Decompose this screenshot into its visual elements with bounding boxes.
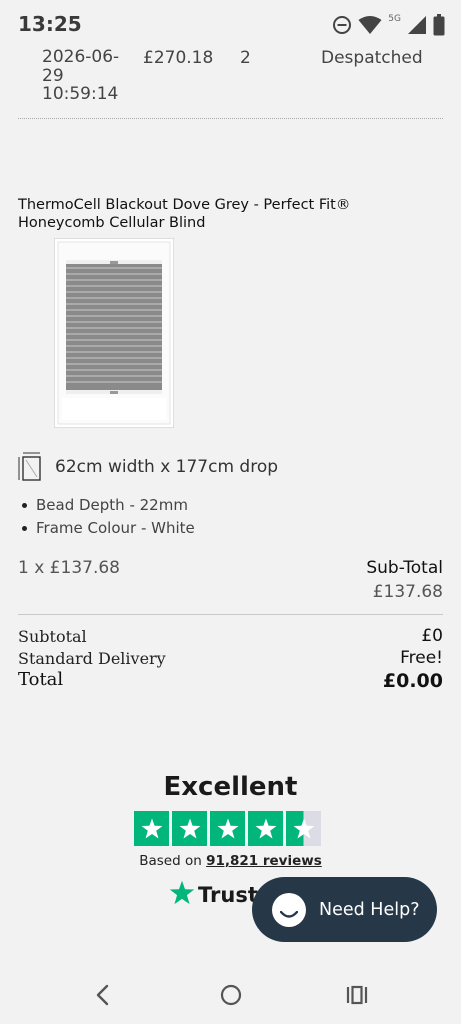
quantity-price: 1 x £137.68 bbox=[18, 558, 120, 578]
trustpilot-star-icon bbox=[168, 879, 196, 911]
status-bar: 13:25 5G bbox=[0, 0, 461, 46]
home-icon[interactable] bbox=[219, 982, 243, 1012]
delivery-label: Standard Delivery bbox=[18, 648, 166, 668]
status-icons: 5G bbox=[332, 14, 445, 36]
reviews-link[interactable]: 91,821 reviews bbox=[206, 853, 322, 869]
trustpilot-stars[interactable] bbox=[134, 811, 321, 846]
product-size: 62cm width x 177cm drop bbox=[55, 457, 279, 477]
order-quantity: 2 bbox=[240, 48, 251, 68]
star-icon bbox=[134, 811, 169, 846]
half-star-icon bbox=[286, 811, 321, 846]
need-help-button[interactable]: Need Help? bbox=[252, 877, 437, 942]
battery-icon bbox=[433, 14, 445, 36]
list-item: Bead Depth - 22mm bbox=[22, 494, 195, 517]
dotted-divider bbox=[18, 118, 443, 119]
bullet-icon bbox=[22, 503, 27, 508]
trustpilot-review-count: Based on 91,821 reviews bbox=[0, 853, 461, 869]
subtotal-value: £0 bbox=[421, 626, 443, 646]
size-row: 62cm width x 177cm drop bbox=[18, 450, 278, 484]
based-on-text: Based on bbox=[139, 853, 202, 869]
order-row: 2026-06-29 10:59:14 £270.18 2 Despatched bbox=[0, 48, 461, 108]
order-price: £270.18 bbox=[143, 48, 214, 68]
product-title[interactable]: ThermoCell Blackout Dove Grey - Perfect … bbox=[18, 196, 438, 232]
subtotal-label: Subtotal bbox=[18, 627, 87, 646]
order-status: Despatched bbox=[321, 48, 423, 68]
total-value: £0.00 bbox=[382, 670, 443, 692]
option-label: Frame Colour - White bbox=[36, 519, 195, 537]
do-not-disturb-icon bbox=[332, 15, 352, 35]
total-label: Total bbox=[18, 669, 64, 690]
wifi-icon bbox=[358, 15, 382, 35]
totals-labels: Subtotal Standard Delivery Total bbox=[18, 626, 166, 691]
measure-frame-icon bbox=[18, 451, 44, 483]
option-label: Bead Depth - 22mm bbox=[36, 496, 188, 514]
totals-values: £0 Free! £0.00 bbox=[383, 626, 443, 693]
signal-icon bbox=[407, 15, 427, 35]
delivery-value: Free! bbox=[400, 647, 443, 668]
chat-smile-icon bbox=[272, 892, 306, 927]
system-nav-bar bbox=[0, 968, 461, 1024]
star-icon bbox=[210, 811, 245, 846]
bullet-icon bbox=[22, 526, 27, 531]
order-date: 2026-06-29 10:59:14 bbox=[42, 47, 120, 104]
line-subtotal-label: Sub-Total bbox=[366, 558, 443, 578]
product-image[interactable] bbox=[53, 237, 175, 429]
list-item: Frame Colour - White bbox=[22, 517, 195, 540]
trustpilot-rating-heading: Excellent bbox=[163, 772, 298, 802]
network-type-label: 5G bbox=[388, 14, 401, 24]
need-help-label: Need Help? bbox=[319, 899, 420, 920]
product-options: Bead Depth - 22mm Frame Colour - White bbox=[22, 494, 195, 540]
star-icon bbox=[172, 811, 207, 846]
recent-apps-icon[interactable] bbox=[345, 982, 369, 1012]
back-icon[interactable] bbox=[93, 982, 113, 1012]
line-subtotal-value: £137.68 bbox=[372, 582, 443, 602]
divider bbox=[18, 614, 443, 615]
star-icon bbox=[248, 811, 283, 846]
status-time: 13:25 bbox=[18, 12, 82, 36]
